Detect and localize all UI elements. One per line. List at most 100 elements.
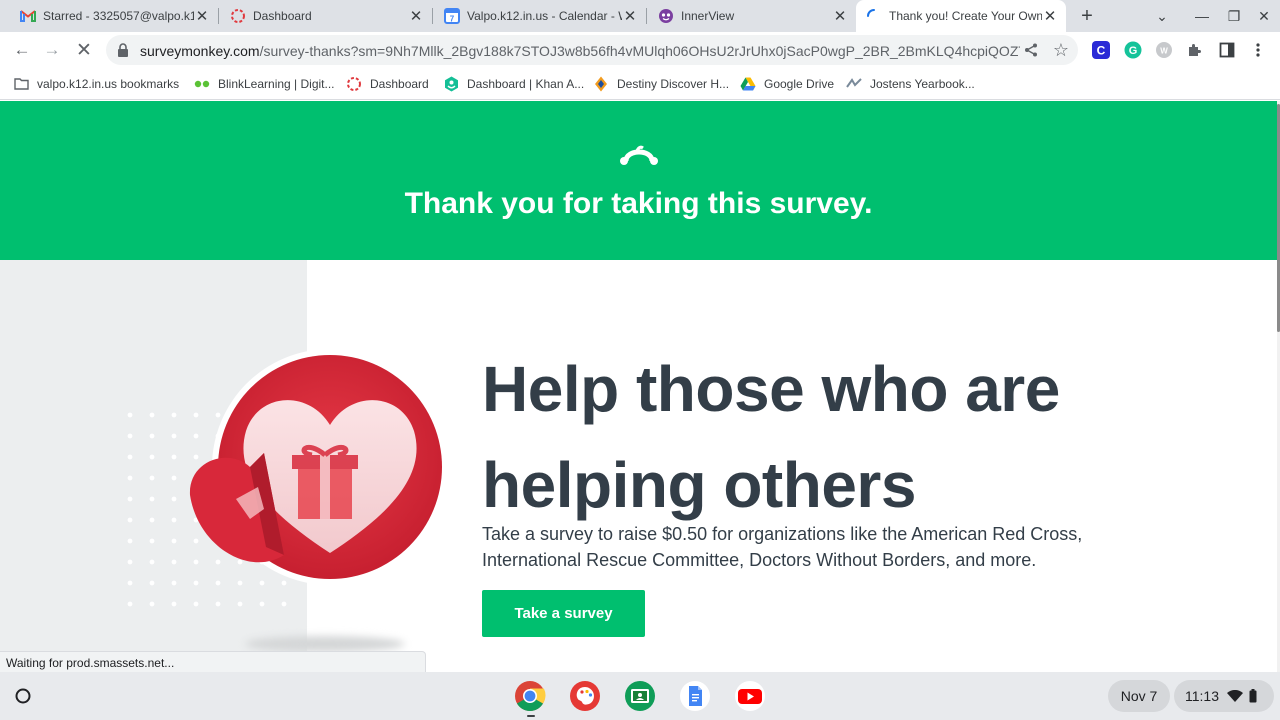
tab-surveymonkey[interactable]: Thank you! Create Your Own ✕	[856, 0, 1066, 32]
help-others-headline: Help those who are helping others	[482, 341, 1182, 533]
svg-text:7: 7	[450, 15, 455, 24]
decoration-dot	[237, 601, 243, 607]
bookmark-khan[interactable]: Dashboard | Khan A...	[443, 75, 584, 93]
decoration-dot	[149, 538, 155, 544]
launcher-icon[interactable]	[6, 680, 40, 712]
url-text[interactable]: surveymonkey.com/survey-thanks?sm=9Nh7Ml…	[140, 43, 1020, 59]
headline-line-1: Help those who are	[482, 353, 1060, 425]
decoration-dot	[149, 517, 155, 523]
chrome-icon[interactable]	[513, 679, 547, 713]
lock-icon[interactable]	[116, 42, 130, 58]
page-content: Thank you for taking this survey. Help t…	[0, 101, 1277, 672]
close-tab-icon[interactable]: ✕	[832, 8, 848, 25]
illustration-shadow	[245, 636, 405, 652]
restore-button[interactable]: ❐	[1218, 0, 1250, 32]
bookmark-star-icon[interactable]: ☆	[1052, 40, 1070, 60]
take-a-survey-button[interactable]: Take a survey	[482, 590, 645, 637]
stop-loading-button[interactable]: ✕	[70, 36, 98, 64]
decoration-dot	[127, 412, 133, 418]
tab-innerview[interactable]: InnerView ✕	[638, 0, 856, 32]
canvas-paint-icon[interactable]	[568, 679, 602, 713]
decoration-dot	[171, 433, 177, 439]
svg-text:W: W	[1160, 47, 1168, 56]
back-button[interactable]: ←	[8, 36, 36, 64]
drive-icon	[740, 76, 756, 92]
wifi-icon	[1227, 690, 1243, 702]
forward-button[interactable]: →	[38, 36, 66, 64]
docs-icon[interactable]	[678, 679, 712, 713]
grammarly-icon[interactable]: G	[1123, 40, 1143, 60]
bookmark-destiny[interactable]: Destiny Discover H...	[593, 75, 729, 93]
ext-c-icon[interactable]: C	[1091, 40, 1111, 60]
decoration-dot	[127, 475, 133, 481]
bookmark-label: Destiny Discover H...	[617, 77, 730, 91]
decoration-dot	[127, 433, 133, 439]
tab-title: Dashboard	[253, 9, 312, 23]
address-bar[interactable]: surveymonkey.com/survey-thanks?sm=9Nh7Ml…	[106, 35, 1078, 65]
decoration-dot	[171, 475, 177, 481]
close-tab-icon[interactable]: ✕	[622, 8, 638, 25]
heart-gift-illustration	[189, 349, 446, 585]
thank-you-heading: Thank you for taking this survey.	[404, 187, 873, 220]
close-tab-icon[interactable]: ✕	[408, 8, 424, 25]
extensions-puzzle-icon[interactable]	[1185, 40, 1205, 60]
campaign-description: Take a survey to raise $0.50 for organiz…	[482, 524, 1083, 570]
window-close-button[interactable]: ✕	[1248, 0, 1280, 32]
decoration-dot	[171, 517, 177, 523]
tab-dashboard[interactable]: Dashboard ✕	[210, 0, 432, 32]
browser-toolbar: ← → ✕ surveymonkey.com/survey-thanks?sm=…	[0, 32, 1280, 68]
decoration-dot	[149, 412, 155, 418]
decoration-dot	[171, 580, 177, 586]
close-tab-icon[interactable]: ✕	[194, 8, 210, 25]
bookmark-label: Dashboard	[370, 77, 429, 91]
date-text: Nov 7	[1120, 688, 1158, 704]
decoration-dot	[171, 538, 177, 544]
bookmark-blinklearning[interactable]: BlinkLearning | Digit...	[194, 75, 335, 93]
tab-title: InnerView	[681, 9, 735, 23]
decoration-dot	[193, 601, 199, 607]
decoration-dot	[127, 601, 133, 607]
decoration-dot	[149, 601, 155, 607]
decoration-dot	[127, 580, 133, 586]
tab-gmail[interactable]: Starred - 3325057@valpo.k12 ✕	[0, 0, 218, 32]
calendar-icon: 7	[444, 8, 460, 24]
surveymonkey-logo-icon	[619, 139, 659, 167]
headline-line-2: helping others	[482, 449, 916, 521]
decoration-dot	[171, 496, 177, 502]
tab-title: Thank you! Create Your Own	[889, 9, 1042, 23]
decoration-dot	[171, 412, 177, 418]
minimize-button[interactable]: —	[1186, 0, 1218, 32]
folder-icon	[13, 76, 29, 92]
bookmark-jostens[interactable]: Jostens Yearbook...	[846, 75, 975, 93]
chrome-menu-icon[interactable]	[1248, 40, 1268, 60]
ext-gray-icon[interactable]: W	[1154, 40, 1174, 60]
decoration-dot	[149, 496, 155, 502]
khan-icon	[443, 76, 459, 92]
classroom-icon[interactable]	[623, 679, 657, 713]
bookmark-valpo-folder[interactable]: valpo.k12.in.us bookmarks	[13, 75, 179, 93]
bookmarks-bar: valpo.k12.in.us bookmarks BlinkLearning …	[0, 68, 1280, 100]
new-tab-button[interactable]: +	[1076, 4, 1098, 28]
thank-you-banner: Thank you for taking this survey.	[0, 101, 1277, 260]
decoration-dot	[127, 559, 133, 565]
dashboard-icon	[346, 76, 362, 92]
share-icon[interactable]	[1022, 41, 1040, 59]
tab-calendar[interactable]: 7 Valpo.k12.in.us - Calendar - W ✕	[424, 0, 646, 32]
decoration-dot	[259, 601, 265, 607]
bookmark-label: BlinkLearning | Digit...	[218, 77, 335, 91]
date-pill[interactable]: Nov 7	[1108, 680, 1170, 712]
bookmark-dashboard[interactable]: Dashboard	[346, 75, 429, 93]
close-tab-icon[interactable]: ✕	[1042, 8, 1058, 25]
youtube-icon[interactable]	[733, 679, 767, 713]
url-domain: surveymonkey.com	[140, 43, 260, 59]
battery-icon	[1249, 689, 1257, 703]
active-app-indicator	[527, 715, 535, 717]
decoration-dot	[149, 454, 155, 460]
side-panel-icon[interactable]	[1217, 40, 1237, 60]
decoration-dot	[127, 454, 133, 460]
bookmark-google-drive[interactable]: Google Drive	[740, 75, 834, 93]
tab-search-button[interactable]: ⌄	[1146, 0, 1178, 32]
gmail-icon	[20, 8, 36, 24]
system-tray[interactable]: 11:13	[1174, 680, 1274, 712]
decoration-dot	[281, 601, 287, 607]
